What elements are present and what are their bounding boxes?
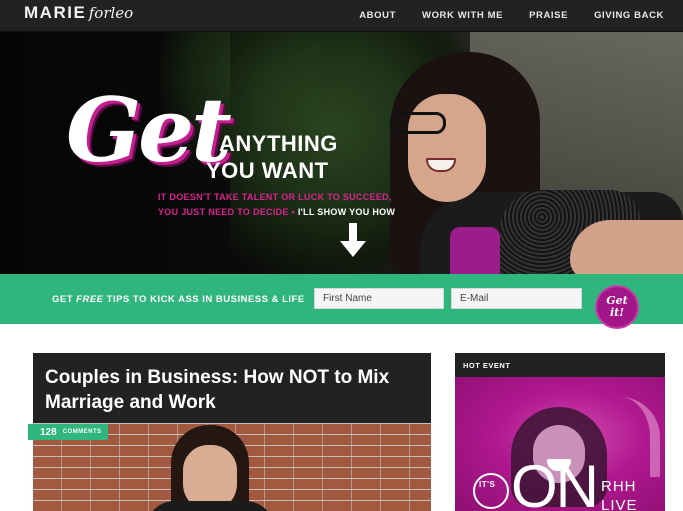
event-live-text: LIVE <box>601 497 638 511</box>
hero-script-heading: Get <box>66 78 232 182</box>
top-navigation: MARIE forleo ABOUT WORK WITH ME PRAISE G… <box>0 0 683 32</box>
nav-item-work-with-me[interactable]: WORK WITH ME <box>422 10 503 21</box>
hero-photo-arm <box>570 220 683 274</box>
newsletter-signup-bar: GET FREE TIPS TO KICK ASS IN BUSINESS & … <box>0 274 683 324</box>
logo-primary-text: MARIE <box>24 3 87 22</box>
nav-item-praise[interactable]: PRAISE <box>529 10 568 21</box>
arrow-down-icon <box>340 223 366 257</box>
event-on-text: ON <box>511 453 599 511</box>
signup-prompt: GET FREE TIPS TO KICK ASS IN BUSINESS & … <box>52 294 305 305</box>
signup-prompt-end: TIPS TO KICK ASS IN BUSINESS & LIFE <box>103 294 305 305</box>
hero-photo-face <box>408 94 486 202</box>
hero-subheading-line1: IT DOESN'T TAKE TALENT OR LUCK TO SUCCEE… <box>158 192 392 202</box>
comments-badge[interactable]: 128 COMMENTS <box>28 424 108 440</box>
signup-prompt-start: GET <box>52 294 77 305</box>
article-title[interactable]: Couples in Business: How NOT to Mix Marr… <box>45 365 415 415</box>
nav-item-about[interactable]: ABOUT <box>359 10 396 21</box>
event-badge-ring <box>473 473 509 509</box>
event-label: HOT EVENT <box>463 361 511 370</box>
hot-event-card[interactable]: HOT EVENT IT'S ON RHH LIVE <box>455 353 665 511</box>
comments-count: 128 <box>40 426 57 438</box>
hero-photo-shirt <box>450 227 500 274</box>
hero-subheading-line2: YOU JUST NEED TO DECIDE • I'LL SHOW YOU … <box>158 207 395 217</box>
event-header: HOT EVENT <box>455 353 665 377</box>
first-name-field[interactable] <box>314 288 444 309</box>
hero-subheading-pink: YOU JUST NEED TO DECIDE • <box>158 207 298 217</box>
comments-label: COMMENTS <box>62 429 102 435</box>
site-logo[interactable]: MARIE forleo <box>24 3 133 23</box>
article-photo-body <box>145 501 275 511</box>
hero-heading-line1: ANYTHING <box>219 131 338 156</box>
email-field[interactable] <box>451 288 582 309</box>
event-photo-arm <box>600 397 660 477</box>
nav-item-giving-back[interactable]: GIVING BACK <box>594 10 664 21</box>
signup-prompt-emphasis: FREE <box>76 294 104 305</box>
hero-subheading-white: I'LL SHOW YOU HOW <box>297 207 396 217</box>
get-it-button[interactable]: Get it! <box>595 285 639 329</box>
event-rhh-text: RHH <box>601 478 637 495</box>
event-its-text: IT'S <box>479 480 496 489</box>
logo-secondary-text: forleo <box>88 4 134 22</box>
nav-links: ABOUT WORK WITH ME PRAISE GIVING BACK <box>333 10 664 21</box>
get-it-label-line2: it! <box>609 306 625 319</box>
hero-photo-glasses <box>390 112 446 134</box>
hero-heading-line2: YOU WANT <box>206 158 329 183</box>
